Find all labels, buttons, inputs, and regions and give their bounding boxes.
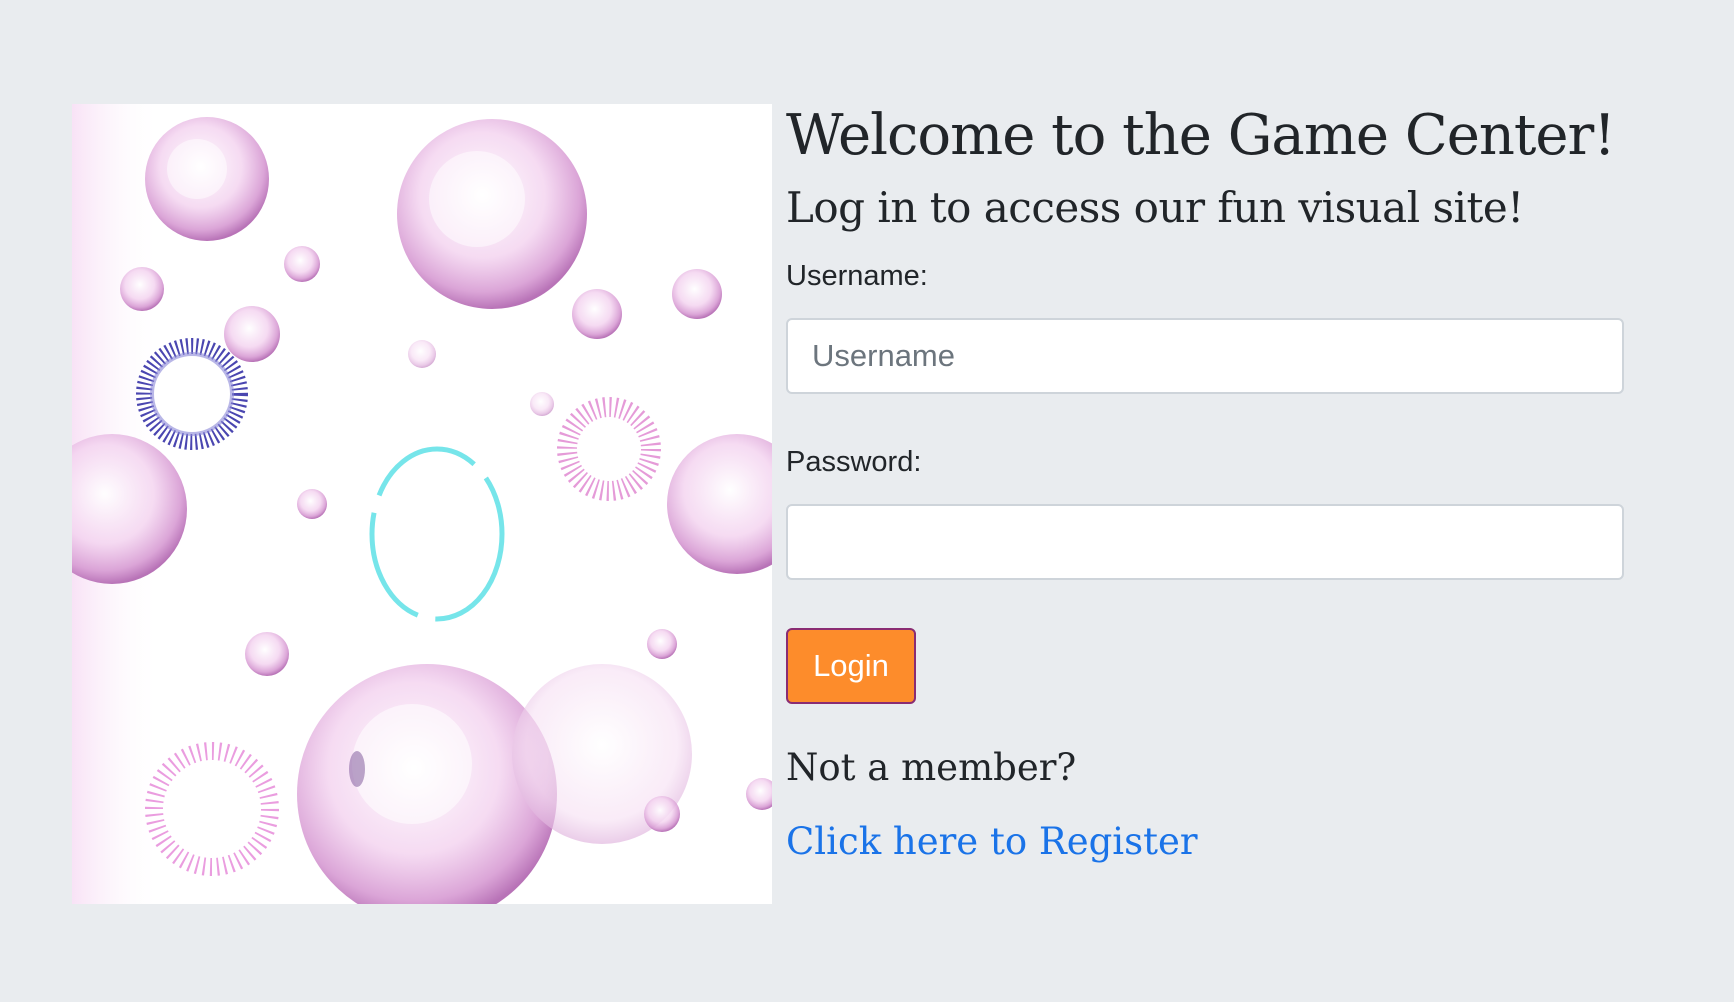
not-member-text: Not a member? [786,746,1077,789]
bubbles-illustration [72,104,772,904]
login-button[interactable]: Login [786,628,916,704]
password-label: Password: [786,446,922,478]
login-panel: Welcome to the Game Center! Log in to ac… [786,100,1624,866]
register-link[interactable]: Click here to Register [786,818,1198,866]
page-subtitle: Log in to access our fun visual site! [786,183,1524,232]
username-label: Username: [786,260,928,292]
username-input[interactable] [786,318,1624,394]
login-form: Username: Password: Login [786,256,1624,704]
hero-bubbles-image [72,104,772,904]
password-input[interactable] [786,504,1624,580]
page-title: Welcome to the Game Center! [786,103,1616,168]
